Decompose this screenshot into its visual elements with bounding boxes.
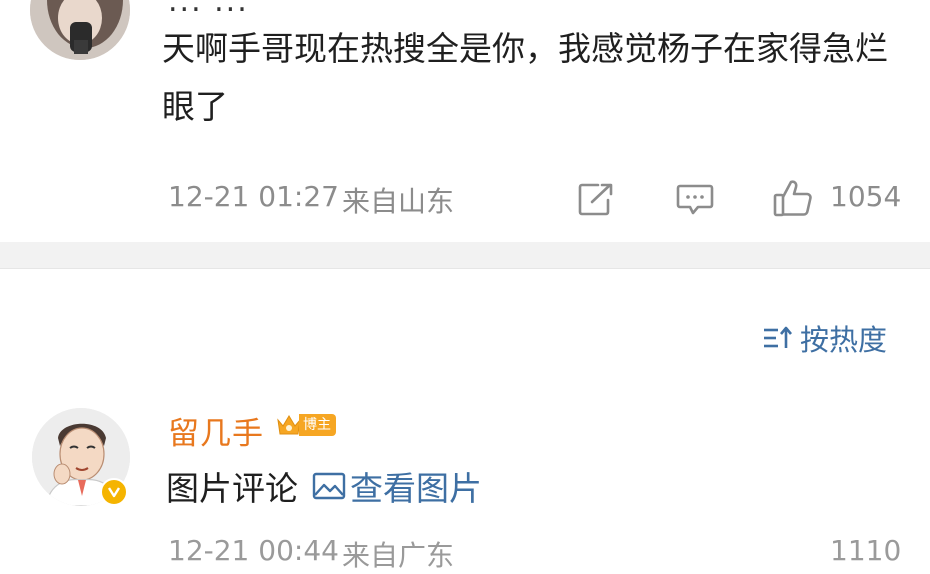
comment-time: 12-21 00:44	[168, 534, 339, 567]
thumbs-up-icon[interactable]	[772, 178, 814, 218]
sort-label: 按热度	[800, 323, 888, 357]
blogger-badge-label: 博主	[299, 414, 336, 436]
commenter-name[interactable]: ... ...	[168, 0, 249, 19]
v-mark-icon	[107, 487, 121, 498]
verified-badge-icon	[100, 478, 128, 506]
comment-location: 来自广东	[342, 539, 455, 572]
comment-text-row: 图片评论 查看图片	[166, 462, 482, 510]
share-icon[interactable]	[578, 182, 614, 216]
comment-time: 12-21 01:27	[168, 180, 339, 213]
avatar-photo	[30, 0, 130, 60]
comment-icon[interactable]	[676, 183, 714, 217]
comment-text: 图片评论	[166, 469, 298, 508]
image-icon	[312, 472, 346, 500]
avatar[interactable]	[30, 0, 130, 60]
comment-location: 来自山东	[342, 185, 455, 218]
comment-text: 天啊手哥现在热搜全是你，我感觉杨子在家得急烂眼了	[162, 29, 888, 126]
section-divider	[0, 242, 930, 269]
blogger-badge: 博主	[276, 411, 336, 439]
like-count: 1110	[830, 534, 902, 567]
view-image-link[interactable]: 查看图片	[312, 462, 482, 510]
like-count: 1054	[830, 180, 902, 213]
sort-icon	[764, 326, 792, 348]
view-image-label: 查看图片	[350, 469, 482, 508]
sort-button[interactable]: 按热度	[762, 318, 887, 358]
commenter-name[interactable]: 留几手	[168, 408, 264, 453]
